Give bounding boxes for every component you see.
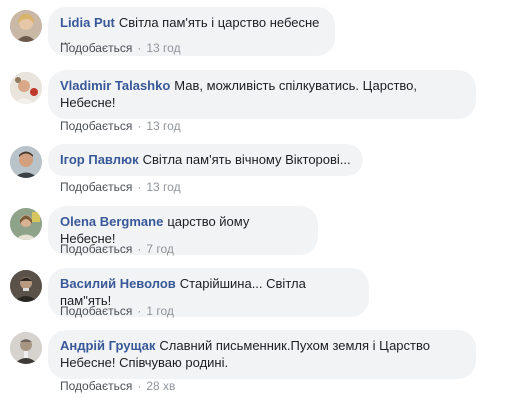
like-link[interactable]: Подобається — [60, 119, 132, 133]
comment-text: Світла пам'ять вічному Вікторові... — [142, 152, 351, 167]
comment-meta: Подобається · 28 хв — [60, 378, 175, 394]
comment-timestamp[interactable]: 28 хв — [146, 379, 175, 393]
comment-bubble: Ігор Павлюк Світла пам'ять вічному Віктор… — [48, 144, 363, 176]
comment-bubble: Андрій Грущак Славний письменник.Пухом зе… — [48, 330, 476, 379]
comment-author[interactable]: Ігор Павлюк — [60, 152, 139, 167]
comment-bubble: Vladimir Talashko Мав, можливість спілкув… — [48, 70, 476, 119]
comment-author[interactable]: Василий Неволов — [60, 276, 176, 291]
comment-timestamp[interactable]: 1 год — [146, 304, 174, 318]
separator-dot: · — [137, 180, 142, 194]
separator-dot: · — [137, 304, 142, 318]
avatar[interactable] — [10, 146, 42, 178]
avatar[interactable] — [10, 270, 42, 302]
comment-timestamp[interactable]: 13 год — [146, 180, 180, 194]
comment-author[interactable]: Vladimir Talashko — [60, 78, 170, 93]
comment-timestamp[interactable]: 13 год — [146, 119, 180, 133]
like-link[interactable]: Подобається — [60, 379, 132, 393]
avatar[interactable] — [10, 10, 42, 42]
comment-author[interactable]: Lidia Put — [60, 15, 115, 30]
comment-author[interactable]: Андрій Грущак — [60, 338, 155, 353]
comment-meta: Подобається · 1 год — [60, 303, 174, 319]
separator-dot: · — [137, 41, 142, 55]
like-link[interactable]: Подобається — [60, 242, 132, 256]
comment-timestamp[interactable]: 7 год — [146, 242, 174, 256]
avatar[interactable] — [10, 332, 42, 364]
comment-meta: Подобається · 13 год — [60, 179, 181, 195]
avatar[interactable] — [10, 208, 42, 240]
comment-meta: Подобається · 13 год — [60, 118, 181, 134]
like-link[interactable]: Подобається — [60, 41, 132, 55]
like-link[interactable]: Подобається — [60, 180, 132, 194]
comment-author[interactable]: Olena Bergmane — [60, 214, 163, 229]
like-link[interactable]: Подобається — [60, 304, 132, 318]
separator-dot: · — [137, 379, 142, 393]
avatar[interactable] — [10, 72, 42, 104]
comment-timestamp[interactable]: 13 год — [146, 41, 180, 55]
separator-dot: · — [137, 242, 142, 256]
separator-dot: · — [137, 119, 142, 133]
comment-meta: Подобається · 13 год — [60, 40, 181, 56]
comment-meta: Подобається · 7 год — [60, 241, 174, 257]
